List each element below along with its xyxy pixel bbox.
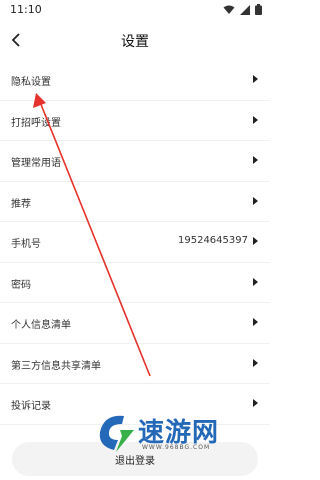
watermark-url: WWW.968BG.COM [142, 444, 211, 451]
chevron-right-icon [253, 399, 258, 407]
wifi-icon [223, 5, 235, 14]
status-icons [223, 4, 262, 15]
chevron-right-icon [253, 277, 258, 286]
chevron-right-icon [253, 237, 258, 245]
phone-number-value: 19524645397 [178, 235, 248, 246]
menu-item-label: 管理常用语 [11, 158, 61, 169]
menu-item-label: 投诉记录 [11, 401, 51, 412]
chevron-right-icon [253, 196, 258, 205]
menu-item-label: 个人信息清单 [11, 320, 71, 331]
chevron-right-icon [253, 75, 258, 83]
chevron-right-icon [253, 115, 258, 124]
chevron-right-icon [253, 156, 258, 164]
watermark-logo: 速游网 WWW.968BG.COM [94, 408, 264, 460]
chevron-right-icon [253, 358, 258, 367]
menu-item-label: 第三方信息共享清单 [11, 360, 101, 372]
page-title: 设置 [121, 34, 149, 50]
menu-item-password[interactable]: 密码 [0, 263, 270, 303]
status-bar: 11:10 [0, 0, 270, 22]
menu-item-label: 推荐 [11, 198, 31, 210]
menu-item-label: 打招呼设置 [11, 117, 61, 129]
signal-icon [240, 4, 250, 15]
menu-item-label: 密码 [11, 279, 31, 291]
menu-item-phone-number[interactable]: 手机号 19524645397 [0, 222, 270, 263]
header: 设置 [0, 22, 270, 60]
menu-item-third-party-sharing[interactable]: 第三方信息共享清单 [0, 344, 270, 384]
brand-logo-icon [99, 415, 134, 452]
menu-item-label: 隐私设置 [11, 77, 51, 88]
chevron-right-icon [253, 318, 258, 326]
menu-item-greeting-settings[interactable]: 打招呼设置 [0, 101, 270, 141]
menu-item-common-phrases[interactable]: 管理常用语 [0, 141, 270, 182]
menu-item-privacy-settings[interactable]: 隐私设置 [0, 60, 270, 101]
menu-item-personal-info-list[interactable]: 个人信息清单 [0, 303, 270, 344]
menu-item-label: 手机号 [11, 239, 41, 250]
settings-list: 隐私设置 打招呼设置 管理常用语 推荐 手机号 19524645397 密码 个… [0, 60, 270, 425]
battery-icon [255, 4, 262, 15]
menu-item-recommend[interactable]: 推荐 [0, 182, 270, 222]
status-time: 11:10 [10, 3, 42, 16]
